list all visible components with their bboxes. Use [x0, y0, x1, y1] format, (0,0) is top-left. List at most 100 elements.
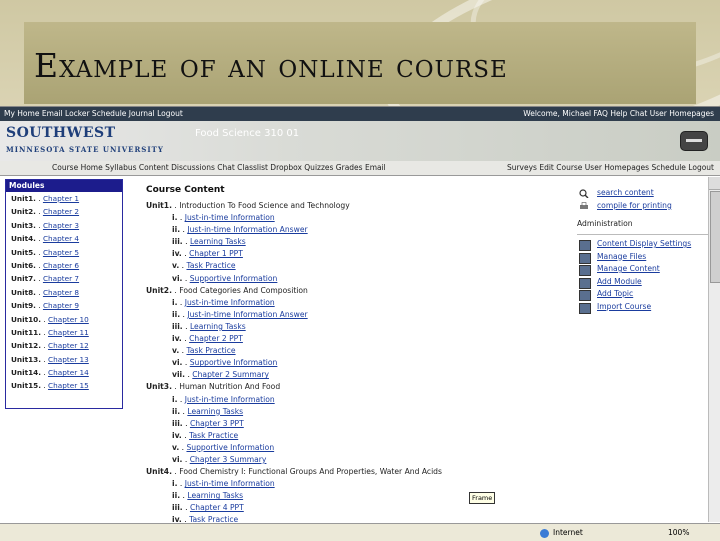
module-chapter-link[interactable]: Chapter 13 [48, 355, 89, 364]
scroll-thumb[interactable] [710, 191, 720, 283]
topic-link[interactable]: Just-in-time Information Answer [187, 225, 307, 234]
topic-item[interactable]: iii. . Learning Tasks [146, 236, 566, 248]
topic-item[interactable]: ii. . Learning Tasks [146, 490, 566, 502]
zoom-level[interactable]: 100% [668, 524, 689, 541]
admin-link[interactable]: Add Topic [597, 288, 633, 301]
topic-link[interactable]: Just-in-time Information [185, 298, 275, 307]
module-chapter-link[interactable]: Chapter 11 [48, 328, 89, 337]
topic-link[interactable]: Chapter 2 Summary [192, 370, 269, 379]
topic-item[interactable]: i. . Just-in-time Information [146, 394, 566, 406]
topic-item[interactable]: iv. . Chapter 1 PPT [146, 248, 566, 260]
module-chapter-link[interactable]: Chapter 6 [43, 261, 79, 270]
topic-item[interactable]: ii. . Learning Tasks [146, 406, 566, 418]
topic-item[interactable]: vi. . Supportive Information [146, 273, 566, 285]
topic-item[interactable]: vi. . Supportive Information [146, 357, 566, 369]
module-item[interactable]: Unit14. . Chapter 14 [6, 366, 122, 379]
topic-item[interactable]: vi. . Chapter 3 Summary [146, 454, 566, 466]
module-chapter-link[interactable]: Chapter 5 [43, 248, 79, 257]
topic-link[interactable]: Learning Tasks [187, 491, 243, 500]
compile-row[interactable]: compile for printing [577, 200, 712, 213]
module-chapter-link[interactable]: Chapter 2 [43, 207, 79, 216]
module-item[interactable]: Unit9. . Chapter 9 [6, 299, 122, 312]
module-item[interactable]: Unit15. . Chapter 15 [6, 379, 122, 392]
topic-link[interactable]: Supportive Information [186, 443, 274, 452]
topic-link[interactable]: Chapter 3 Summary [190, 455, 267, 464]
topic-link[interactable]: Just-in-time Information Answer [187, 310, 307, 319]
topic-item[interactable]: i. . Just-in-time Information [146, 478, 566, 490]
topic-link[interactable]: Chapter 3 PPT [190, 419, 244, 428]
topic-item[interactable]: iii. . Chapter 4 PPT [146, 502, 566, 514]
topic-link[interactable]: Chapter 1 PPT [189, 249, 243, 258]
module-chapter-link[interactable]: Chapter 4 [43, 234, 79, 243]
module-item[interactable]: Unit10. . Chapter 10 [6, 313, 122, 326]
admin-link[interactable]: Add Module [597, 276, 642, 289]
module-chapter-link[interactable]: Chapter 12 [48, 341, 89, 350]
course-nav-links[interactable]: Course Home Syllabus Content Discussions… [52, 161, 386, 175]
admin-item[interactable]: Manage Files [577, 251, 712, 264]
topic-item[interactable]: iii. . Chapter 3 PPT [146, 418, 566, 430]
search-content-row[interactable]: search content [577, 187, 712, 200]
topic-item[interactable]: i. . Just-in-time Information [146, 297, 566, 309]
module-chapter-link[interactable]: Chapter 3 [43, 221, 79, 230]
admin-item[interactable]: Manage Content [577, 263, 712, 276]
topic-link[interactable]: Task Practice [186, 261, 235, 270]
scroll-up-icon[interactable] [709, 177, 720, 190]
admin-link[interactable]: Manage Files [597, 251, 646, 264]
module-chapter-link[interactable]: Chapter 9 [43, 301, 79, 310]
topic-link[interactable]: Learning Tasks [190, 322, 246, 331]
topic-item[interactable]: ii. . Just-in-time Information Answer [146, 309, 566, 321]
module-item[interactable]: Unit4. . Chapter 4 [6, 232, 122, 245]
topic-link[interactable]: Task Practice [186, 346, 235, 355]
search-content-link[interactable]: search content [597, 187, 654, 200]
topic-item[interactable]: iv. . Task Practice [146, 430, 566, 442]
module-chapter-link[interactable]: Chapter 7 [43, 274, 79, 283]
admin-item[interactable]: Content Display Settings [577, 238, 712, 251]
module-item[interactable]: Unit12. . Chapter 12 [6, 339, 122, 352]
module-chapter-link[interactable]: Chapter 8 [43, 288, 79, 297]
course-tools-links[interactable]: Surveys Edit Course User Homepages Sched… [507, 161, 714, 175]
security-zone: Internet [540, 524, 583, 541]
module-item[interactable]: Unit7. . Chapter 7 [6, 272, 122, 285]
module-item[interactable]: Unit6. . Chapter 6 [6, 259, 122, 272]
compile-link[interactable]: compile for printing [597, 200, 672, 213]
admin-link[interactable]: Manage Content [597, 263, 660, 276]
module-item[interactable]: Unit11. . Chapter 11 [6, 326, 122, 339]
module-item[interactable]: Unit5. . Chapter 5 [6, 246, 122, 259]
topic-item[interactable]: v. . Supportive Information [146, 442, 566, 454]
module-item[interactable]: Unit8. . Chapter 8 [6, 286, 122, 299]
topic-link[interactable]: Learning Tasks [187, 407, 243, 416]
topic-link[interactable]: Task Practice [189, 431, 238, 440]
topic-item[interactable]: iii. . Learning Tasks [146, 321, 566, 333]
admin-item[interactable]: Add Topic [577, 288, 712, 301]
topic-link[interactable]: Learning Tasks [190, 237, 246, 246]
topic-item[interactable]: iv. . Chapter 2 PPT [146, 333, 566, 345]
module-chapter-link[interactable]: Chapter 14 [48, 368, 89, 377]
top-links[interactable]: My Home Email Locker Schedule Journal Lo… [4, 107, 183, 121]
module-item[interactable]: Unit3. . Chapter 3 [6, 219, 122, 232]
topic-item[interactable]: i. . Just-in-time Information [146, 212, 566, 224]
module-item[interactable]: Unit13. . Chapter 13 [6, 353, 122, 366]
topic-item[interactable]: v. . Task Practice [146, 345, 566, 357]
topic-link[interactable]: Supportive Information [190, 274, 278, 283]
topic-link[interactable]: Just-in-time Information [185, 213, 275, 222]
admin-item[interactable]: Add Module [577, 276, 712, 289]
topic-link[interactable]: Just-in-time Information [185, 395, 275, 404]
topic-link[interactable]: Supportive Information [190, 358, 278, 367]
module-chapter-link[interactable]: Chapter 15 [48, 381, 89, 390]
topic-link[interactable]: Chapter 2 PPT [189, 334, 243, 343]
topic-item[interactable]: vii. . Chapter 2 Summary [146, 369, 566, 381]
topic-item[interactable]: v. . Task Practice [146, 260, 566, 272]
topic-item[interactable]: ii. . Just-in-time Information Answer [146, 224, 566, 236]
topic-link[interactable]: Chapter 4 PPT [190, 503, 244, 512]
module-item[interactable]: Unit1. . Chapter 1 [6, 192, 122, 205]
close-icon[interactable] [680, 131, 708, 151]
vertical-scrollbar[interactable] [708, 177, 720, 522]
module-chapter-link[interactable]: Chapter 10 [48, 315, 89, 324]
module-item[interactable]: Unit2. . Chapter 2 [6, 205, 122, 218]
admin-link[interactable]: Import Course [597, 301, 651, 314]
module-chapter-link[interactable]: Chapter 1 [43, 194, 79, 203]
admin-item[interactable]: Import Course [577, 301, 712, 314]
topic-link[interactable]: Just-in-time Information [185, 479, 275, 488]
admin-link[interactable]: Content Display Settings [597, 238, 691, 251]
welcome-links[interactable]: Welcome, Michael FAQ Help Chat User Home… [523, 107, 714, 121]
